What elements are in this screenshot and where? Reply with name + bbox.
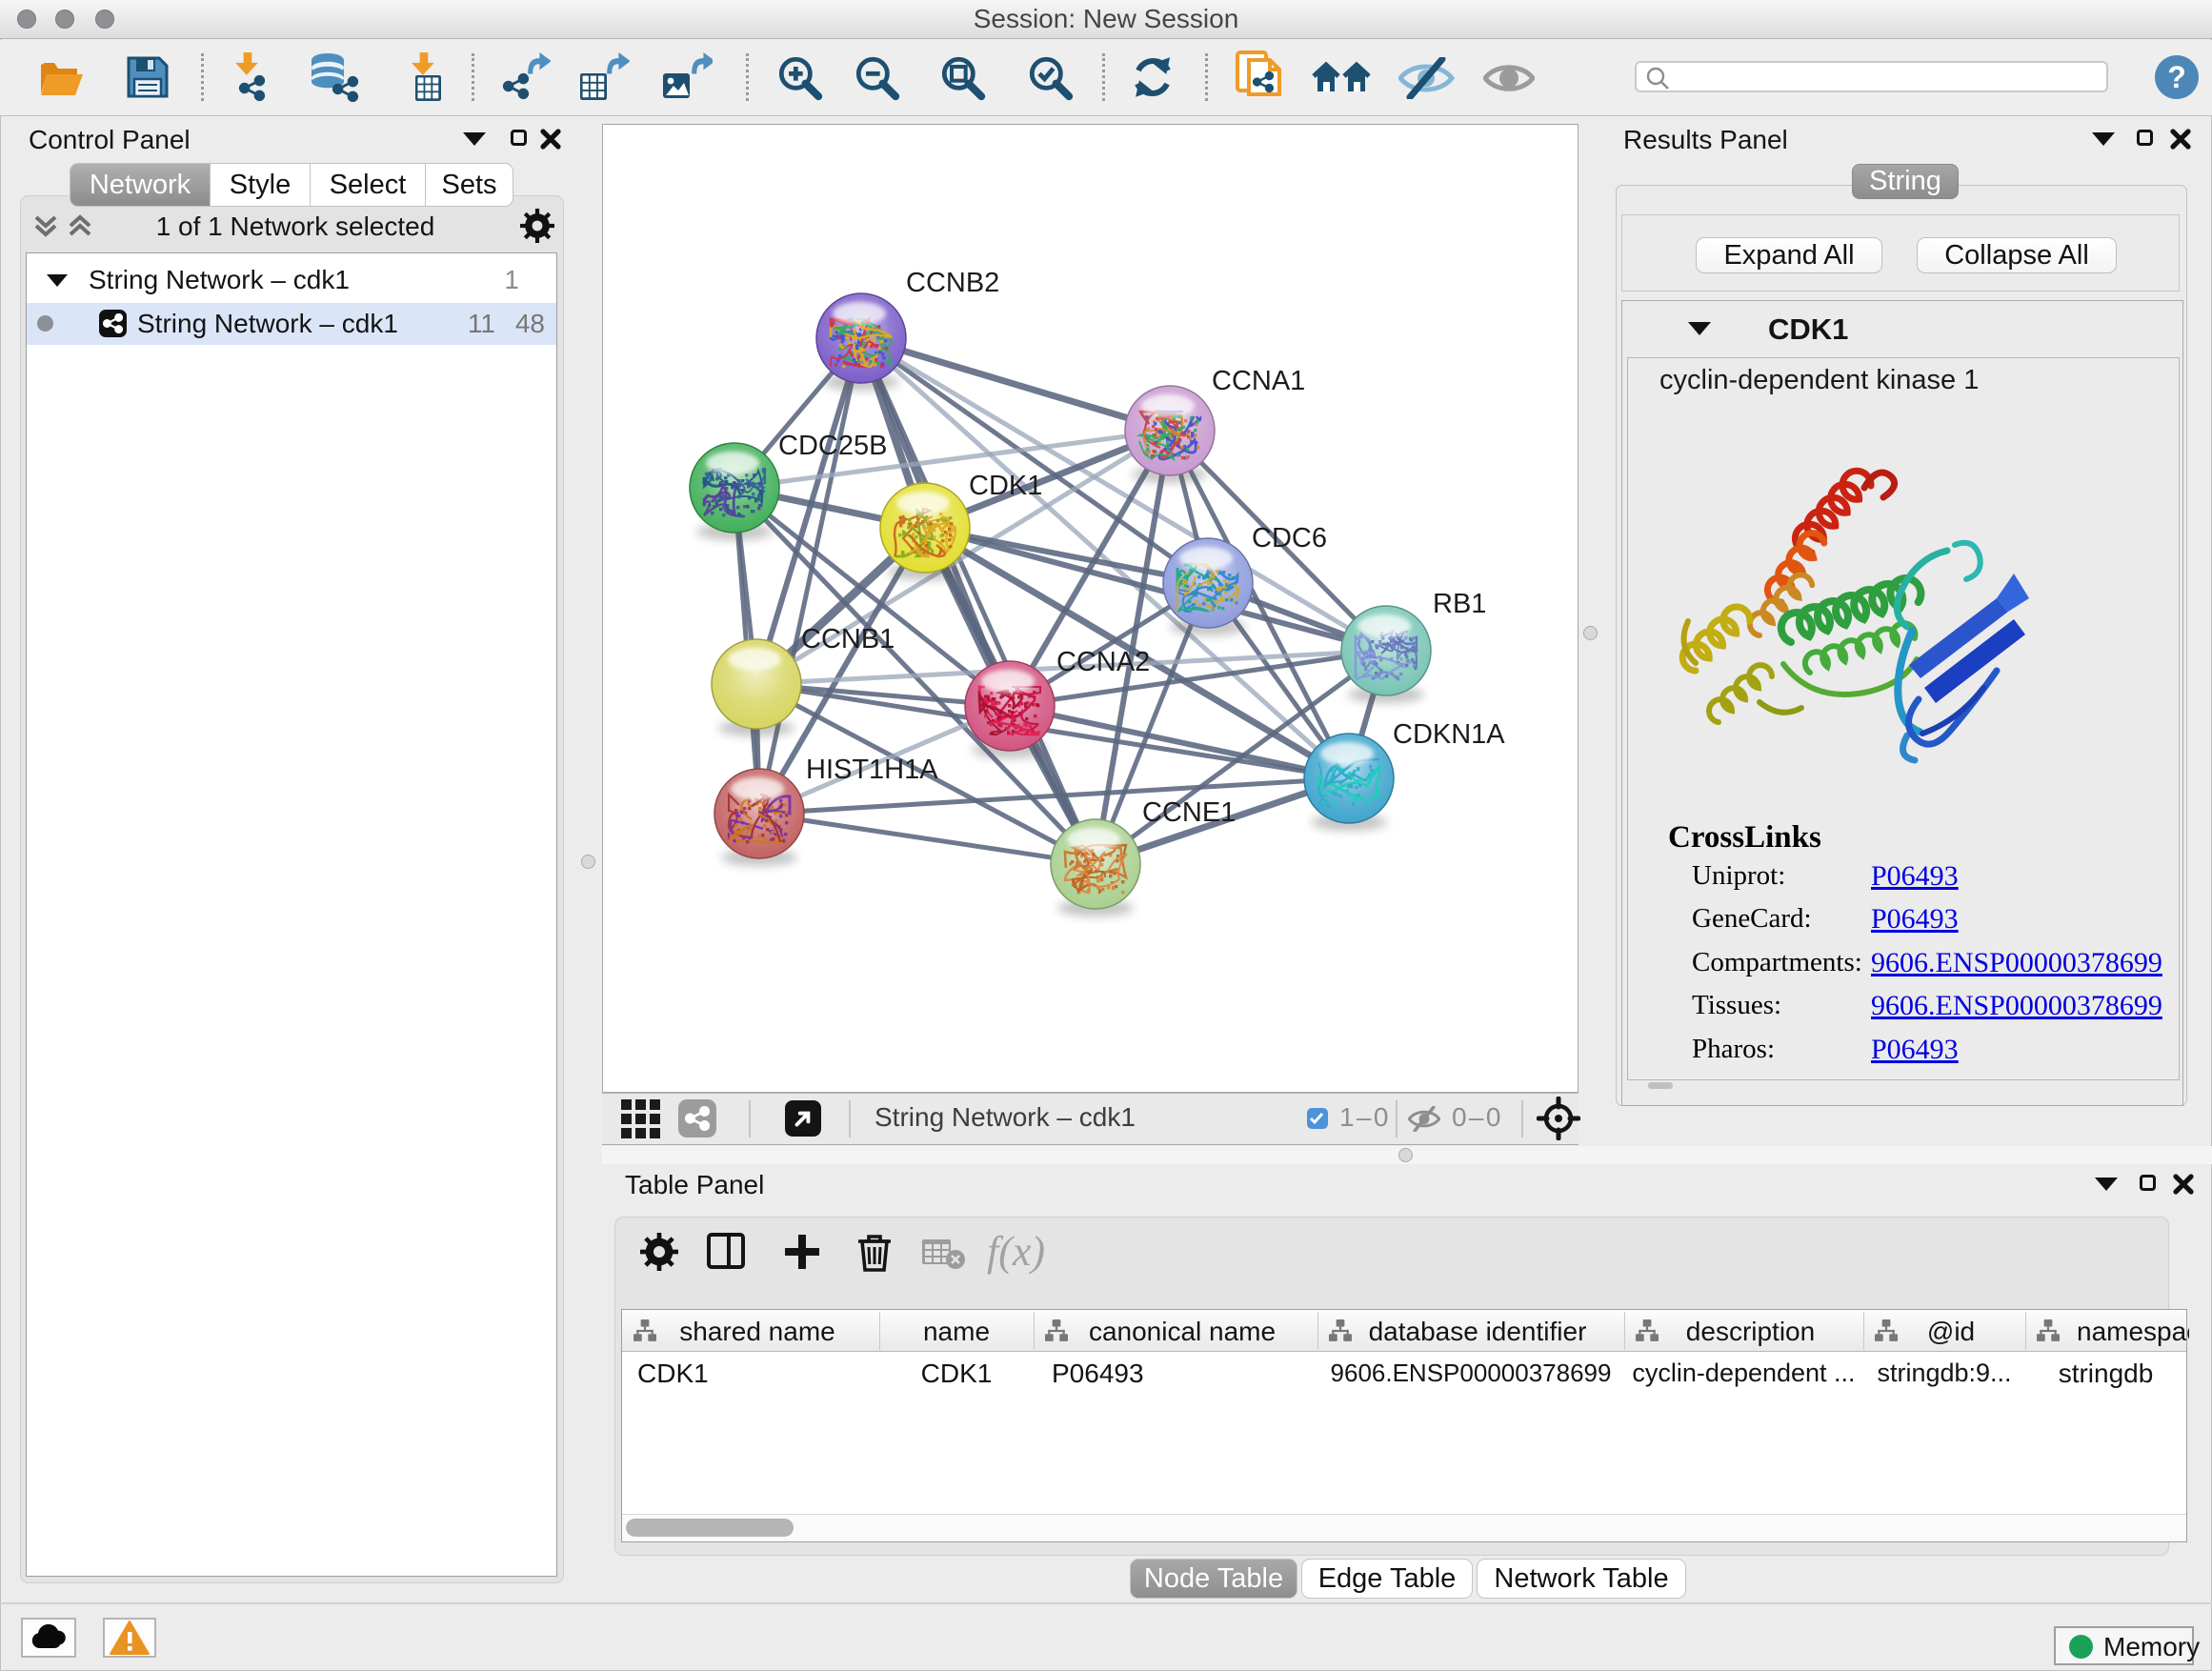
svg-text:CCNA2: CCNA2	[1056, 647, 1150, 677]
svg-text:CDC25B: CDC25B	[778, 431, 887, 461]
svg-text:CDC6: CDC6	[1252, 523, 1327, 554]
svg-text:CCNA1: CCNA1	[1212, 366, 1305, 396]
svg-text:CCNE1: CCNE1	[1142, 797, 1236, 828]
svg-text:HIST1H1A: HIST1H1A	[806, 755, 938, 785]
svg-text:RB1: RB1	[1433, 589, 1486, 619]
svg-text:CDKN1A: CDKN1A	[1393, 719, 1505, 750]
svg-text:CCNB1: CCNB1	[801, 624, 895, 654]
svg-text:CDK1: CDK1	[969, 471, 1042, 501]
svg-text:CCNB2: CCNB2	[906, 268, 999, 298]
